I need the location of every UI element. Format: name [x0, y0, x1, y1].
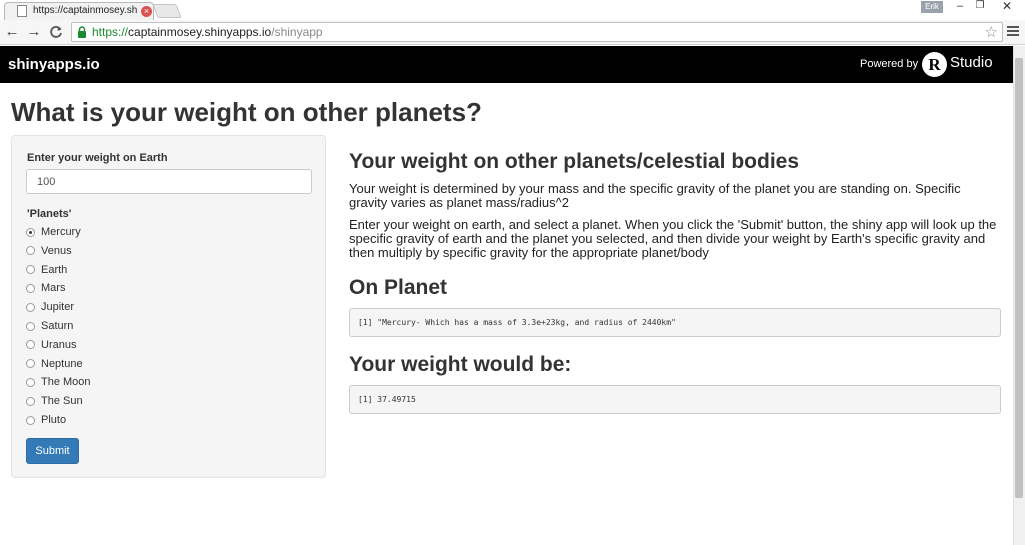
close-window-icon[interactable]: ✕	[992, 0, 1022, 14]
powered-by-text: Powered by	[860, 58, 919, 70]
new-tab-button[interactable]	[152, 4, 182, 18]
planet-option-label: Saturn	[41, 320, 74, 332]
scrollbar-thumb[interactable]	[1015, 58, 1023, 498]
weight-input[interactable]	[26, 169, 312, 194]
section-heading: Your weight on other planets/celestial b…	[349, 150, 800, 173]
forward-arrow-icon[interactable]: →	[25, 23, 43, 41]
radio-button[interactable]	[26, 359, 35, 369]
planet-option[interactable]: Neptune	[26, 356, 83, 372]
sidebar-panel: Enter your weight on Earth 'Planets' Mer…	[11, 135, 326, 478]
planets-label: 'Planets'	[27, 208, 72, 220]
radio-button[interactable]	[26, 396, 35, 406]
url-scheme: https://	[92, 25, 129, 39]
lock-icon	[78, 26, 86, 38]
radio-button[interactable]	[26, 265, 35, 275]
planet-option-label: Venus	[41, 244, 72, 257]
minimize-icon[interactable]: –	[950, 0, 970, 14]
radio-button[interactable]	[26, 302, 35, 312]
planet-option-label: Neptune	[41, 357, 83, 370]
planet-option-label: The Sun	[41, 395, 83, 408]
planet-option[interactable]: Jupiter	[26, 299, 74, 315]
url-host: captainmosey.shinyapps.io	[128, 25, 272, 39]
radio-button[interactable]	[26, 246, 35, 256]
intro-paragraph: Your weight is determined by your mass a…	[349, 181, 961, 210]
planet-option[interactable]: Venus	[26, 243, 72, 259]
planet-option[interactable]: Pluto	[26, 412, 66, 428]
url-text: https://captainmosey.shinyapps.io/shinya…	[92, 25, 323, 39]
submit-button[interactable]: Submit	[26, 438, 79, 464]
planet-option-label: The Moon	[41, 376, 91, 389]
page-title: What is your weight on other planets?	[11, 97, 482, 127]
weight-result-output: [1] 37.49715	[349, 385, 1001, 414]
url-path: /shinyapp	[271, 25, 323, 39]
back-arrow-icon[interactable]: ←	[3, 23, 21, 41]
tab-close-icon[interactable]: ×	[141, 6, 152, 17]
browser-menu-icon[interactable]	[1007, 26, 1019, 38]
user-badge[interactable]: Erik	[921, 1, 943, 13]
shinyapps-navbar: shinyapps.io Powered by R Studio	[0, 46, 1013, 83]
browser-tabstrip: https://captainmosey.shin × Erik – ❐ ✕	[0, 0, 1025, 20]
planet-option-label: Pluto	[41, 414, 67, 426]
instructions-paragraph: Enter your weight on earth, and select a…	[349, 217, 997, 260]
weight-result-heading: Your weight would be:	[349, 353, 572, 376]
tab-title: https://captainmosey.shin	[33, 5, 137, 16]
reload-icon[interactable]	[47, 23, 65, 41]
browser-toolbar: ← → https://captainmosey.shinyapps.io/sh…	[0, 20, 1025, 45]
planet-option[interactable]: Earth	[26, 262, 67, 278]
browser-tab[interactable]: https://captainmosey.shin ×	[4, 2, 154, 20]
on-planet-heading: On Planet	[349, 276, 448, 299]
planet-option[interactable]: The Sun	[26, 393, 83, 409]
planet-option[interactable]: Mars	[26, 280, 65, 296]
r-logo-icon[interactable]: R	[922, 52, 947, 77]
planet-option[interactable]: Saturn	[26, 318, 73, 334]
planet-option-label: Jupiter	[41, 301, 75, 314]
radio-button[interactable]	[26, 340, 35, 350]
address-bar[interactable]: https://captainmosey.shinyapps.io/shinya…	[71, 22, 1003, 42]
bookmark-star-icon[interactable]: ☆	[985, 23, 998, 41]
planet-option[interactable]: The Moon	[26, 374, 91, 390]
page-icon	[17, 5, 27, 17]
planet-option-label: Earth	[41, 263, 68, 276]
planet-option[interactable]: Mercury	[26, 224, 81, 240]
planet-option-label: Mercury	[41, 226, 81, 238]
planet-option-label: Mars	[41, 282, 66, 295]
radio-button[interactable]	[26, 377, 35, 387]
radio-button[interactable]	[26, 227, 35, 237]
on-planet-output: [1] "Mercury- Which has a mass of 3.3e+2…	[349, 308, 1001, 337]
radio-button[interactable]	[26, 321, 35, 331]
maximize-icon[interactable]: ❐	[970, 0, 990, 14]
rstudio-logo-text[interactable]: Studio	[950, 54, 993, 71]
planet-option[interactable]: Uranus	[26, 337, 76, 353]
radio-button[interactable]	[26, 415, 35, 425]
weight-label: Enter your weight on Earth	[27, 152, 168, 164]
planet-option-label: Uranus	[41, 338, 77, 351]
radio-button[interactable]	[26, 283, 35, 293]
shinyapps-brand[interactable]: shinyapps.io	[8, 56, 100, 73]
